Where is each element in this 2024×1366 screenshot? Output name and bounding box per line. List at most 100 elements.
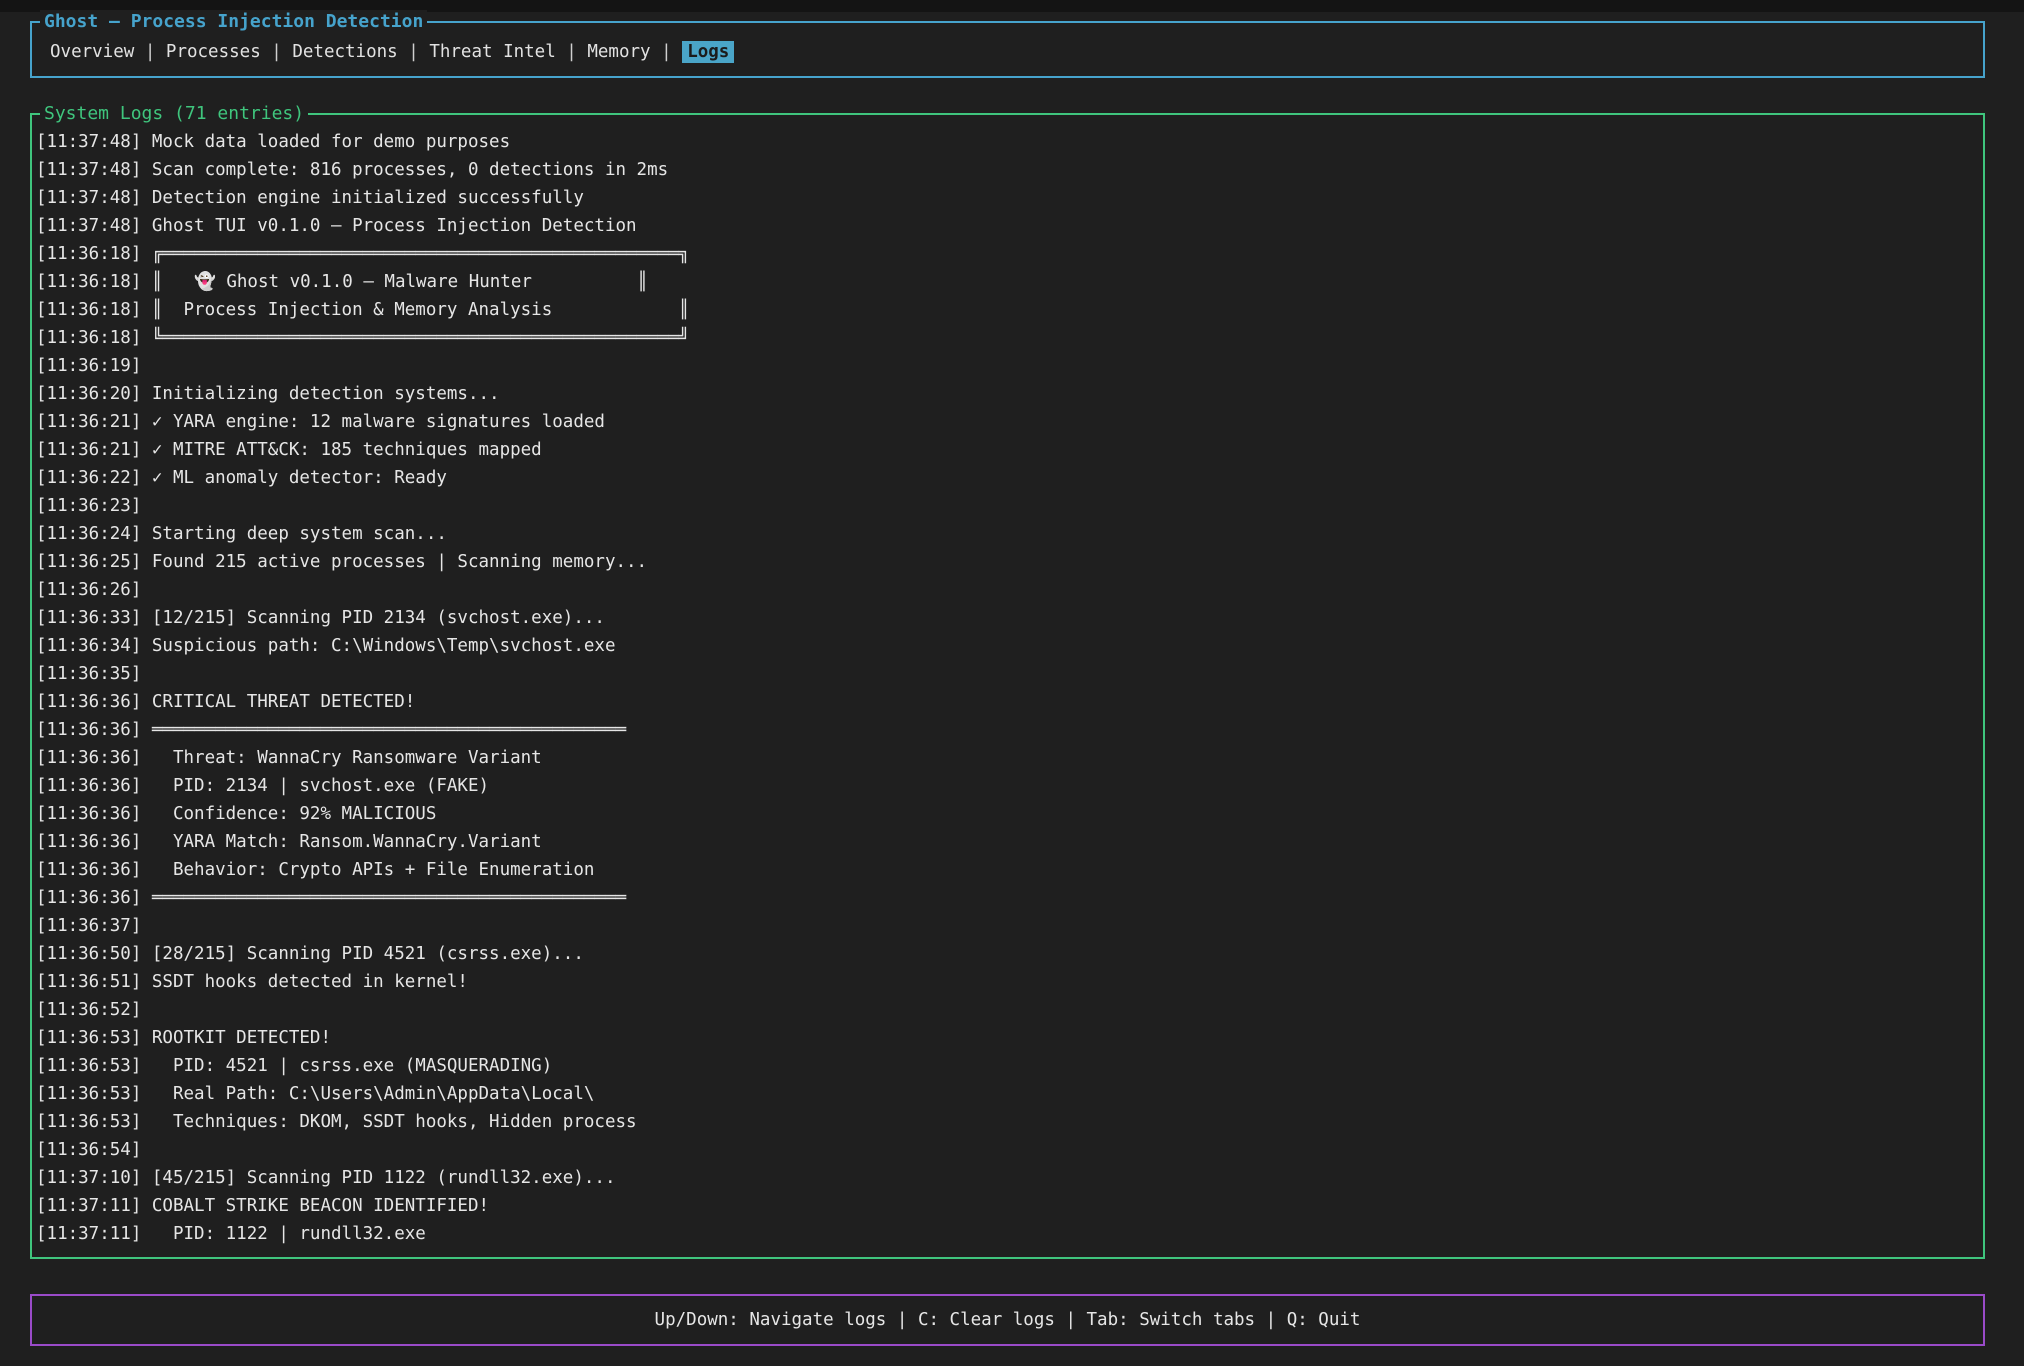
log-line: [11:36:18] ╚════════════════════════════… <box>36 324 1979 352</box>
log-message: COBALT STRIKE BEACON IDENTIFIED! <box>141 1196 489 1216</box>
tab-detections[interactable]: Detections <box>292 42 397 62</box>
log-timestamp: [11:36:19] <box>36 356 141 376</box>
log-message: [28/215] Scanning PID 4521 (csrss.exe)..… <box>141 944 584 964</box>
log-line: [11:36:33] [12/215] Scanning PID 2134 (s… <box>36 604 1979 632</box>
log-timestamp: [11:36:51] <box>36 972 141 992</box>
log-message: SSDT hooks detected in kernel! <box>141 972 468 992</box>
log-message: PID: 2134 | svchost.exe (FAKE) <box>141 776 489 796</box>
log-timestamp: [11:37:48] <box>36 132 141 152</box>
log-line: [11:36:18] ╔════════════════════════════… <box>36 240 1979 268</box>
footer-panel: Up/Down: Navigate logs | C: Clear logs |… <box>30 1294 1985 1346</box>
logs-panel: System Logs (71 entries) [11:37:48] Mock… <box>30 113 1985 1259</box>
tab-processes[interactable]: Processes <box>166 42 261 62</box>
log-message: Threat: WannaCry Ransomware Variant <box>141 748 541 768</box>
log-line: [11:36:36] CRITICAL THREAT DETECTED! <box>36 688 1979 716</box>
tab-separator: | <box>261 42 293 62</box>
log-timestamp: [11:36:52] <box>36 1000 141 1020</box>
log-timestamp: [11:36:18] <box>36 244 141 264</box>
log-message: ╚═══════════════════════════════════════… <box>141 328 689 348</box>
tab-bar: Overview | Processes | Detections | Thre… <box>50 39 734 65</box>
tab-threat-intel[interactable]: Threat Intel <box>429 42 555 62</box>
log-line: [11:36:34] Suspicious path: C:\Windows\T… <box>36 632 1979 660</box>
log-line: [11:37:48] Detection engine initialized … <box>36 184 1979 212</box>
log-timestamp: [11:36:36] <box>36 776 141 796</box>
tab-separator: | <box>651 42 683 62</box>
log-line: [11:36:23] <box>36 492 1979 520</box>
log-timestamp: [11:36:18] <box>36 272 141 292</box>
log-timestamp: [11:37:11] <box>36 1196 141 1216</box>
log-line: [11:36:21] ✓ YARA engine: 12 malware sig… <box>36 408 1979 436</box>
log-message: Initializing detection systems... <box>141 384 499 404</box>
log-line: [11:36:50] [28/215] Scanning PID 4521 (c… <box>36 940 1979 968</box>
log-line: [11:36:54] <box>36 1136 1979 1164</box>
app-title: Ghost — Process Injection Detection <box>40 10 427 34</box>
log-message: [12/215] Scanning PID 2134 (svchost.exe)… <box>141 608 605 628</box>
log-timestamp: [11:37:48] <box>36 216 141 236</box>
log-line: [11:36:20] Initializing detection system… <box>36 380 1979 408</box>
log-message: Starting deep system scan... <box>141 524 447 544</box>
tab-logs[interactable]: Logs <box>682 41 734 63</box>
log-line: [11:36:36] Behavior: Crypto APIs + File … <box>36 856 1979 884</box>
tab-separator: | <box>398 42 430 62</box>
log-line: [11:36:36] Threat: WannaCry Ransomware V… <box>36 744 1979 772</box>
log-line: [11:36:26] <box>36 576 1979 604</box>
log-message: Behavior: Crypto APIs + File Enumeration <box>141 860 594 880</box>
tab-memory[interactable]: Memory <box>587 42 650 62</box>
log-message: ✓ MITRE ATT&CK: 185 techniques mapped <box>141 440 541 460</box>
log-timestamp: [11:36:18] <box>36 300 141 320</box>
log-timestamp: [11:36:50] <box>36 944 141 964</box>
log-line: [11:36:21] ✓ MITRE ATT&CK: 185 technique… <box>36 436 1979 464</box>
log-timestamp: [11:36:33] <box>36 608 141 628</box>
log-message: ║ 👻 Ghost v0.1.0 — Malware Hunter ║ <box>141 272 647 292</box>
tab-separator: | <box>134 42 166 62</box>
log-timestamp: [11:36:21] <box>36 440 141 460</box>
log-line: [11:36:51] SSDT hooks detected in kernel… <box>36 968 1979 996</box>
log-timestamp: [11:36:36] <box>36 692 141 712</box>
log-timestamp: [11:36:36] <box>36 748 141 768</box>
log-line: [11:36:24] Starting deep system scan... <box>36 520 1979 548</box>
tab-separator: | <box>556 42 588 62</box>
log-message: ════════════════════════════════════════… <box>141 888 626 908</box>
logs-panel-title: System Logs (71 entries) <box>40 102 308 126</box>
log-timestamp: [11:36:23] <box>36 496 141 516</box>
log-timestamp: [11:36:24] <box>36 524 141 544</box>
log-list[interactable]: [11:37:48] Mock data loaded for demo pur… <box>36 128 1979 1253</box>
keybind-help: Up/Down: Navigate logs | C: Clear logs |… <box>32 1296 1983 1344</box>
log-timestamp: [11:37:11] <box>36 1224 141 1244</box>
log-message: Scan complete: 816 processes, 0 detectio… <box>141 160 668 180</box>
log-timestamp: [11:36:20] <box>36 384 141 404</box>
log-line: [11:36:19] <box>36 352 1979 380</box>
log-timestamp: [11:36:25] <box>36 552 141 572</box>
log-message: Detection engine initialized successfull… <box>141 188 584 208</box>
log-timestamp: [11:37:48] <box>36 188 141 208</box>
log-timestamp: [11:37:10] <box>36 1168 141 1188</box>
log-line: [11:36:52] <box>36 996 1979 1024</box>
log-line: [11:37:10] [45/215] Scanning PID 1122 (r… <box>36 1164 1979 1192</box>
log-message: Confidence: 92% MALICIOUS <box>141 804 436 824</box>
log-line: [11:37:48] Ghost TUI v0.1.0 — Process In… <box>36 212 1979 240</box>
log-timestamp: [11:36:18] <box>36 328 141 348</box>
log-line: [11:36:53] Techniques: DKOM, SSDT hooks,… <box>36 1108 1979 1136</box>
log-message: CRITICAL THREAT DETECTED! <box>141 692 415 712</box>
log-line: [11:36:36] PID: 2134 | svchost.exe (FAKE… <box>36 772 1979 800</box>
log-timestamp: [11:36:26] <box>36 580 141 600</box>
log-line: [11:36:53] PID: 4521 | csrss.exe (MASQUE… <box>36 1052 1979 1080</box>
log-timestamp: [11:36:53] <box>36 1028 141 1048</box>
log-timestamp: [11:37:48] <box>36 160 141 180</box>
tab-overview[interactable]: Overview <box>50 42 134 62</box>
log-timestamp: [11:36:53] <box>36 1112 141 1132</box>
log-timestamp: [11:36:36] <box>36 888 141 908</box>
log-line: [11:36:36] ═════════════════════════════… <box>36 884 1979 912</box>
log-timestamp: [11:36:36] <box>36 720 141 740</box>
log-timestamp: [11:36:54] <box>36 1140 141 1160</box>
log-timestamp: [11:36:35] <box>36 664 141 684</box>
log-line: [11:37:11] COBALT STRIKE BEACON IDENTIFI… <box>36 1192 1979 1220</box>
log-timestamp: [11:36:22] <box>36 468 141 488</box>
log-message: ║ Process Injection & Memory Analysis ║ <box>141 300 689 320</box>
log-timestamp: [11:36:21] <box>36 412 141 432</box>
log-line: [11:36:22] ✓ ML anomaly detector: Ready <box>36 464 1979 492</box>
log-timestamp: [11:36:34] <box>36 636 141 656</box>
log-message: [45/215] Scanning PID 1122 (rundll32.exe… <box>141 1168 615 1188</box>
log-line: [11:36:25] Found 215 active processes | … <box>36 548 1979 576</box>
log-message: YARA Match: Ransom.WannaCry.Variant <box>141 832 541 852</box>
